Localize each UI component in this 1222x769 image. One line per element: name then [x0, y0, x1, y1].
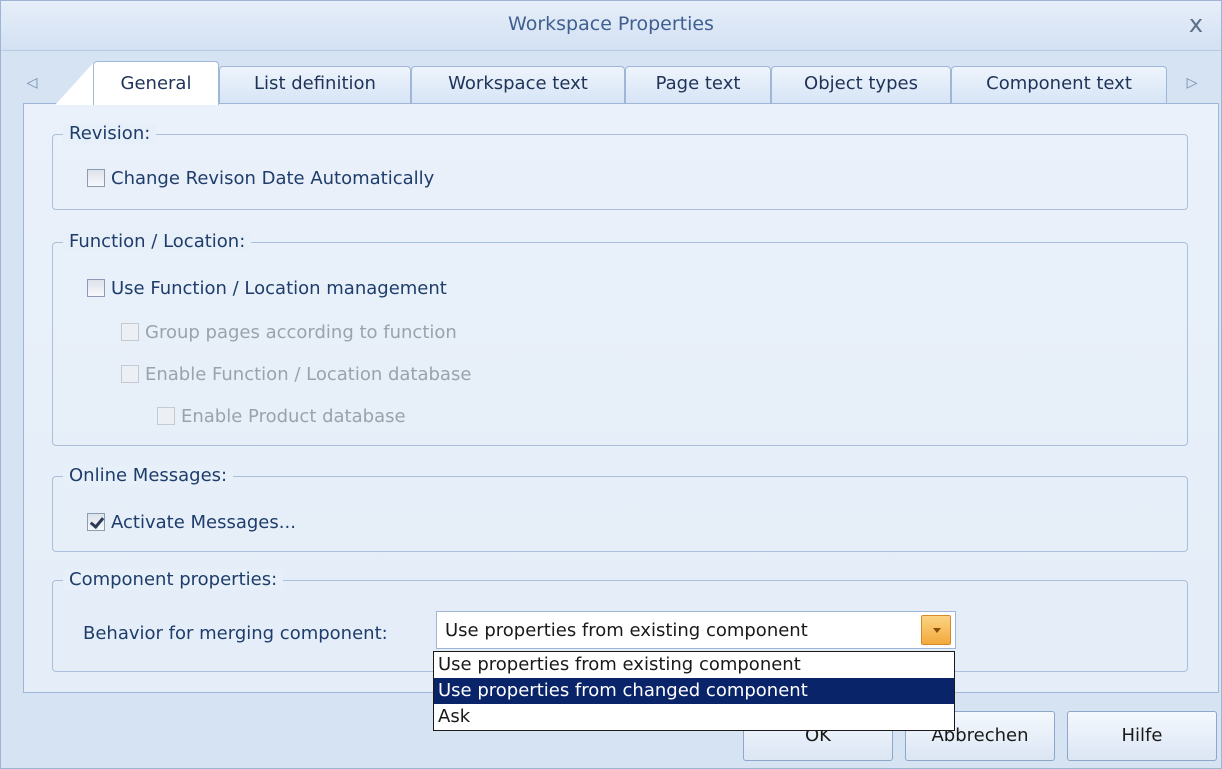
checkbox-box — [157, 407, 175, 425]
close-icon[interactable]: x — [1181, 9, 1211, 39]
chevron-down-icon[interactable] — [921, 615, 951, 645]
tab-scroll-right-icon[interactable]: ▷ — [1181, 71, 1203, 95]
checkbox-label: Use Function / Location management — [111, 277, 447, 299]
window-title: Workspace Properties — [508, 13, 714, 35]
dropdown-option-existing[interactable]: Use properties from existing component — [434, 652, 954, 678]
enable-function-location-db-checkbox: Enable Function / Location database — [121, 363, 471, 385]
checkbox-box — [121, 323, 139, 341]
revision-group: Revision: Change Revison Date Automatica… — [52, 123, 1188, 210]
checkbox-box — [121, 365, 139, 383]
checkbox-label: Change Revison Date Automatically — [111, 167, 435, 189]
function-location-group: Function / Location: Use Function / Loca… — [52, 231, 1188, 446]
tab-active-slant — [55, 61, 95, 105]
checkbox-label: Enable Product database — [181, 405, 406, 427]
merge-behavior-label: Behavior for merging component: — [83, 623, 388, 644]
general-tab-panel: Revision: Change Revison Date Automatica… — [23, 103, 1219, 693]
merge-behavior-dropdown-list: Use properties from existing component U… — [433, 651, 955, 731]
tab-bar: ◁ General List definition Workspace text… — [1, 59, 1221, 105]
checkbox-label: Enable Function / Location database — [145, 363, 472, 385]
enable-product-db-checkbox: Enable Product database — [157, 405, 406, 427]
checkbox-box[interactable] — [87, 513, 105, 531]
title-bar: Workspace Properties x — [1, 1, 1221, 51]
checkbox-box[interactable] — [87, 279, 105, 297]
activate-messages-checkbox[interactable]: Activate Messages... — [87, 511, 296, 533]
merge-behavior-select[interactable]: Use properties from existing component — [436, 611, 956, 649]
tab-page-text[interactable]: Page text — [625, 66, 771, 104]
change-revision-date-checkbox[interactable]: Change Revison Date Automatically — [87, 167, 434, 189]
use-function-location-checkbox[interactable]: Use Function / Location management — [87, 277, 447, 299]
workspace-properties-dialog: Workspace Properties x ◁ General List de… — [0, 0, 1222, 769]
tab-component-text[interactable]: Component text — [951, 66, 1167, 104]
tab-list-definition[interactable]: List definition — [219, 66, 411, 104]
help-button[interactable]: Hilfe — [1067, 711, 1217, 761]
dropdown-option-changed[interactable]: Use properties from changed component — [434, 678, 954, 704]
dropdown-option-ask[interactable]: Ask — [434, 704, 954, 730]
component-properties-legend: Component properties: — [63, 569, 284, 590]
function-location-legend: Function / Location: — [63, 231, 252, 252]
tab-general[interactable]: General — [93, 61, 219, 105]
checkbox-label: Group pages according to function — [145, 321, 457, 343]
revision-legend: Revision: — [63, 123, 157, 144]
online-messages-legend: Online Messages: — [63, 465, 234, 486]
group-pages-checkbox: Group pages according to function — [121, 321, 457, 343]
checkbox-box[interactable] — [87, 169, 105, 187]
merge-behavior-value: Use properties from existing component — [445, 620, 808, 641]
online-messages-group: Online Messages: Activate Messages... — [52, 465, 1188, 552]
tab-scroll-left-icon[interactable]: ◁ — [21, 71, 43, 95]
tab-object-types[interactable]: Object types — [771, 66, 951, 104]
checkbox-label: Activate Messages... — [111, 511, 296, 533]
tab-workspace-text[interactable]: Workspace text — [411, 66, 625, 104]
